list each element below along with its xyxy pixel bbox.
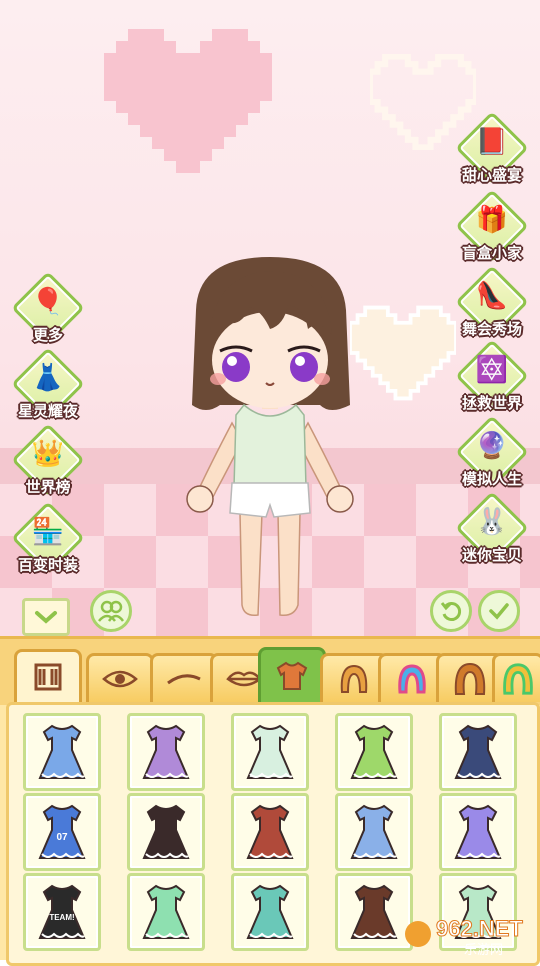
dress-icon bbox=[246, 724, 294, 779]
people-icon bbox=[98, 600, 125, 622]
watermark-brand: 962.NET bbox=[436, 916, 523, 941]
world-ranking-label: 世界榜 bbox=[25, 478, 71, 496]
outfit-item-white-green-robe[interactable] bbox=[231, 713, 309, 791]
dress-icon bbox=[38, 724, 86, 779]
life-sim-button[interactable]: 🔮 模拟人生 bbox=[452, 415, 532, 494]
dress-icon bbox=[142, 804, 190, 859]
balloons-icon: 🎈 bbox=[31, 287, 65, 317]
more-button[interactable]: 🎈 更多 bbox=[8, 271, 88, 350]
site-watermark: 962.NET 乐游网 bbox=[405, 916, 524, 958]
magic-circle-icon: 🔯 bbox=[475, 355, 509, 385]
dress-icon bbox=[454, 724, 502, 779]
tab-face[interactable] bbox=[14, 649, 82, 702]
blind-box-home-button[interactable]: 🎁 盲盒小家 bbox=[452, 189, 532, 268]
save-world-label: 拯救世界 bbox=[461, 394, 522, 412]
dress-icon bbox=[350, 724, 398, 779]
starlight-night-button[interactable]: 👗 星灵耀夜 bbox=[8, 347, 88, 426]
blind-box-home-label: 盲盒小家 bbox=[461, 244, 522, 262]
ball-show-label: 舞会秀场 bbox=[461, 320, 522, 338]
life-sim-label: 模拟人生 bbox=[461, 470, 522, 488]
bunny-cake-icon: 🐰 bbox=[475, 507, 509, 537]
chevron-down-icon bbox=[35, 611, 57, 624]
checkmark-icon bbox=[489, 603, 509, 620]
dress-icon: TEAM! bbox=[38, 884, 86, 939]
hair-icon bbox=[340, 664, 368, 693]
dress-icon bbox=[350, 804, 398, 859]
undo-icon bbox=[440, 602, 462, 621]
high-heel-icon: 👠 bbox=[475, 281, 509, 311]
world-ranking-button[interactable]: 👑 世界榜 bbox=[8, 423, 88, 502]
rainbow-hair-icon bbox=[398, 664, 426, 694]
mini-baby-label: 迷你宝贝 bbox=[461, 546, 522, 564]
crown-icon: 👑 bbox=[31, 439, 65, 469]
reset-button[interactable] bbox=[430, 590, 472, 632]
crystal-ball-icon: 🔮 bbox=[475, 431, 509, 461]
dress-icon bbox=[454, 804, 502, 859]
long-hair-icon bbox=[454, 662, 486, 695]
dress-icon bbox=[246, 804, 294, 859]
starlight-night-label: 星灵耀夜 bbox=[17, 402, 78, 420]
outfit-item-blue-lace-dress[interactable] bbox=[23, 713, 101, 791]
blind-box-icon: 🎁 bbox=[475, 205, 509, 235]
eye-icon bbox=[102, 670, 138, 688]
sweet-feast-label: 甜心盛宴 bbox=[461, 166, 522, 184]
outfit-item-mint-bear-dress[interactable] bbox=[127, 873, 205, 951]
watermark-subtitle: 乐游网 bbox=[464, 943, 503, 958]
face-shape-icon bbox=[34, 663, 62, 691]
outfit-item-blue-sports-jersey[interactable]: 07 bbox=[23, 793, 101, 871]
pixel-heart-large bbox=[104, 29, 272, 173]
card-icon: 📕 bbox=[475, 127, 509, 157]
save-world-button[interactable]: 🔯 拯救世界 bbox=[452, 339, 532, 418]
fashion-shop-label: 百变时装 bbox=[17, 556, 78, 574]
chibi-character[interactable] bbox=[170, 255, 370, 625]
tab-eyebrows[interactable] bbox=[150, 653, 218, 702]
shop-icon: 🏪 bbox=[31, 517, 65, 547]
outfit-item-navy-stripe-outfit[interactable] bbox=[439, 713, 517, 791]
outfit-item-blue-kimono[interactable] bbox=[335, 793, 413, 871]
outfit-item-green-pink-dress[interactable] bbox=[335, 713, 413, 791]
dress-icon bbox=[246, 884, 294, 939]
mini-baby-button[interactable]: 🐰 迷你宝贝 bbox=[452, 491, 532, 570]
tab-hair-color-2[interactable] bbox=[492, 653, 540, 702]
collapse-menu-button[interactable] bbox=[22, 598, 70, 636]
outfit-item-teal-chinese-dress[interactable] bbox=[231, 873, 309, 951]
dress-icon: 07 bbox=[38, 804, 86, 859]
dress-icon bbox=[142, 724, 190, 779]
confirm-button[interactable] bbox=[478, 590, 520, 632]
sweet-feast-button[interactable]: 📕 甜心盛宴 bbox=[452, 111, 532, 190]
rainbow-hair-2-icon bbox=[503, 663, 533, 695]
shirt-icon bbox=[276, 661, 308, 690]
outfit-item-purple-tutu-dress[interactable] bbox=[127, 713, 205, 791]
dress-icon bbox=[350, 884, 398, 939]
outfit-item-lilac-polka-dress[interactable] bbox=[439, 793, 517, 871]
friends-button[interactable] bbox=[90, 590, 132, 632]
outfit-item-red-lavender-outfit[interactable] bbox=[231, 793, 309, 871]
fashion-shop-button[interactable]: 🏪 百变时装 bbox=[8, 501, 88, 580]
eyebrow-icon bbox=[167, 674, 201, 685]
outfit-item-team-tshirt-skirt[interactable]: TEAM! bbox=[23, 873, 101, 951]
tab-clothes[interactable] bbox=[258, 647, 326, 702]
dress-icon bbox=[142, 884, 190, 939]
outfit-print-text: 07 bbox=[56, 832, 68, 843]
starry-dress-icon: 👗 bbox=[31, 363, 65, 393]
more-label: 更多 bbox=[32, 326, 63, 344]
outfit-item-maid-dress[interactable] bbox=[127, 793, 205, 871]
outfit-print-text: TEAM! bbox=[49, 913, 74, 922]
ball-show-button[interactable]: 👠 舞会秀场 bbox=[452, 265, 532, 344]
category-tabbar bbox=[0, 636, 540, 705]
tab-eyes[interactable] bbox=[86, 653, 154, 702]
